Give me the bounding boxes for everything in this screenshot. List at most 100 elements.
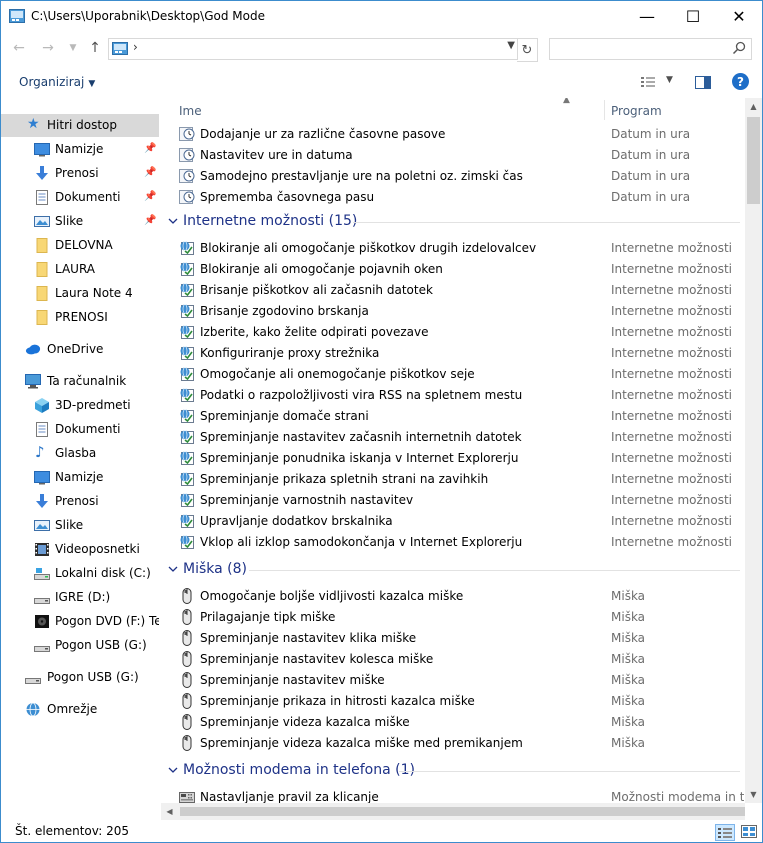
scroll-thumb[interactable] [747,117,760,204]
nav-item-quick-access[interactable]: ★ Hitri dostop [1,114,159,137]
folder-icon [36,310,48,325]
list-item[interactable]: Omogočanje boljše vidljivosti kazalca mi… [161,585,744,606]
list-item[interactable]: Sprememba časovnega pasu Datum in ura [161,186,744,207]
change-view-button[interactable]: ▼ [640,73,676,91]
list-item[interactable]: Spreminjanje nastavitev klika miške Miška [161,627,744,648]
large-icons-view-toggle-icon[interactable] [740,824,758,839]
list-item[interactable]: Blokiranje ali omogočanje pojavnih oken I… [161,258,744,279]
recent-locations-button[interactable]: ▼ [63,38,83,58]
nav-item-documents[interactable]: Dokumenti 📌 [1,186,159,209]
help-icon[interactable]: ? [732,73,749,90]
list-item[interactable]: Spreminjanje nastavitev začasnih interne… [161,426,744,447]
group-header[interactable]: Miška (8) [161,557,744,583]
list-item[interactable]: Dodajanje ur za različne časovne pasove D… [161,123,744,144]
list-item[interactable]: Nastavitev ure in datuma Datum in ura [161,144,744,165]
group-header[interactable]: Internetne možnosti (15) [161,209,744,235]
nav-item-desktop[interactable]: Namizje 📌 [1,138,159,161]
column-header-program[interactable]: Program [611,104,662,118]
title-bar[interactable]: C:\Users\Uporabnik\Desktop\God Mode — ☐ … [1,1,762,32]
nav-item-3d-objects[interactable]: 3D-predmeti [1,394,159,417]
chevron-down-icon[interactable]: ▼ [507,40,515,51]
clock-icon [179,147,195,163]
internet-options-icon [179,387,195,403]
list-item[interactable]: Podatki o razpoložljivosti vira RSS na s… [161,384,744,405]
nav-item-usb-drive[interactable]: Pogon USB (G:) [1,634,159,657]
list-item[interactable]: Vklop ali izklop samodokončanja v Intern… [161,531,744,552]
nav-item-music[interactable]: ♪ Glasba [1,442,159,465]
list-item[interactable]: Samodejno prestavljanje ure na poletni o… [161,165,744,186]
nav-item-drive-c[interactable]: Lokalni disk (C:) [1,562,159,585]
forward-button[interactable]: → [38,38,58,58]
nav-item-drive-d[interactable]: IGRE (D:) [1,586,159,609]
list-item[interactable]: Spreminjanje varnostnih nastavitev Intern… [161,489,744,510]
search-input[interactable] [554,40,728,58]
nav-item-folder[interactable]: PRENOSI [1,306,159,329]
list-item[interactable]: Spreminjanje nastavitev miške Miška [161,669,744,690]
minimize-button[interactable]: — [624,1,670,32]
list-item[interactable]: Spreminjanje nastavitev kolesca miške Miš… [161,648,744,669]
item-name: Upravljanje dodatkov brskalnika [200,514,393,528]
nav-item-dvd-drive[interactable]: Pogon DVD (F:) Ten [1,610,159,633]
list-item[interactable]: Omogočanje ali onemogočanje piškotkov se… [161,363,744,384]
nav-item-folder[interactable]: Laura Note 4 [1,282,159,305]
scroll-up-icon[interactable]: ▲ [745,98,762,115]
organize-button[interactable]: Organiziraj ▼ [19,75,95,89]
nav-item-downloads[interactable]: Prenosi 📌 [1,162,159,185]
scroll-left-icon[interactable]: ◀ [161,803,178,820]
nav-item-desktop[interactable]: Namizje [1,466,159,489]
nav-item-documents[interactable]: Dokumenti [1,418,159,441]
column-divider[interactable] [604,100,605,120]
nav-item-downloads[interactable]: Prenosi [1,490,159,513]
list-item[interactable]: Spreminjanje ponudnika iskanja v Interne… [161,447,744,468]
close-button[interactable]: ✕ [716,1,762,32]
nav-item-network[interactable]: Omrežje [1,698,159,721]
list-item[interactable]: Upravljanje dodatkov brskalnika Internetn… [161,510,744,531]
nav-item-label: Namizje [55,142,104,156]
horizontal-scroll-thumb[interactable] [180,807,745,816]
list-item[interactable]: Spreminjanje videza kazalca miške Miška [161,711,744,732]
chevron-down-icon[interactable] [168,215,178,225]
up-button[interactable]: ↑ [85,38,105,58]
chevron-down-icon[interactable] [168,764,178,774]
nav-item-label: Pogon USB (G:) [47,670,139,684]
mouse-icon [179,714,195,730]
column-header-name[interactable]: Ime [179,104,202,118]
list-item[interactable]: Spreminjanje domače strani Internetne mož… [161,405,744,426]
maximize-button[interactable]: ☐ [670,1,716,32]
scroll-down-icon[interactable]: ▼ [745,786,762,803]
nav-item-videos[interactable]: Videoposnetki [1,538,159,561]
item-program: Internetne možnosti [611,514,733,528]
chevron-down-icon[interactable] [168,563,178,573]
group-header[interactable]: Možnosti modema in telefona (1) [161,758,744,784]
list-item[interactable]: Blokiranje ali omogočanje piškotkov drug… [161,237,744,258]
refresh-button[interactable]: ↻ [517,38,538,62]
nav-item-pictures[interactable]: Slike 📌 [1,210,159,233]
mouse-icon [179,693,195,709]
list-item[interactable]: Spreminjanje videza kazalca miške med pr… [161,732,744,753]
group-divider [399,771,740,772]
back-button[interactable]: ← [9,38,29,58]
horizontal-scrollbar[interactable]: ◀ [161,803,745,820]
address-bar[interactable]: › ▼ [108,38,518,60]
vertical-scrollbar[interactable]: ▲ ▼ [745,98,762,803]
window-title: C:\Users\Uporabnik\Desktop\God Mode [31,9,265,23]
breadcrumb-separator[interactable]: › [133,40,138,54]
nav-item-folder[interactable]: DELOVNA [1,234,159,257]
list-item[interactable]: Nastavljanje pravil za klicanje Možnosti … [161,786,744,803]
list-item[interactable]: Brisanje piškotkov ali začasnih datotek I… [161,279,744,300]
nav-item-onedrive[interactable]: OneDrive [1,338,159,361]
preview-pane-icon[interactable] [695,76,711,89]
list-item[interactable]: Spreminjanje prikaza in hitrosti kazalca… [161,690,744,711]
nav-item-this-pc[interactable]: Ta računalnik [1,370,159,393]
nav-item-folder[interactable]: LAURA [1,258,159,281]
nav-item-usb-drive[interactable]: Pogon USB (G:) [1,666,159,689]
details-view-toggle-icon[interactable] [715,824,735,841]
list-item[interactable]: Spreminjanje prikaza spletnih strani na … [161,468,744,489]
list-item[interactable]: Izberite, kako želite odpirati povezave I… [161,321,744,342]
search-box[interactable] [549,38,752,60]
list-item[interactable]: Konfiguriranje proxy strežnika Internetne… [161,342,744,363]
internet-options-icon [179,303,195,319]
list-item[interactable]: Prilagajanje tipk miške Miška [161,606,744,627]
list-item[interactable]: Brisanje zgodovino brskanja Internetne mo… [161,300,744,321]
nav-item-pictures[interactable]: Slike [1,514,159,537]
